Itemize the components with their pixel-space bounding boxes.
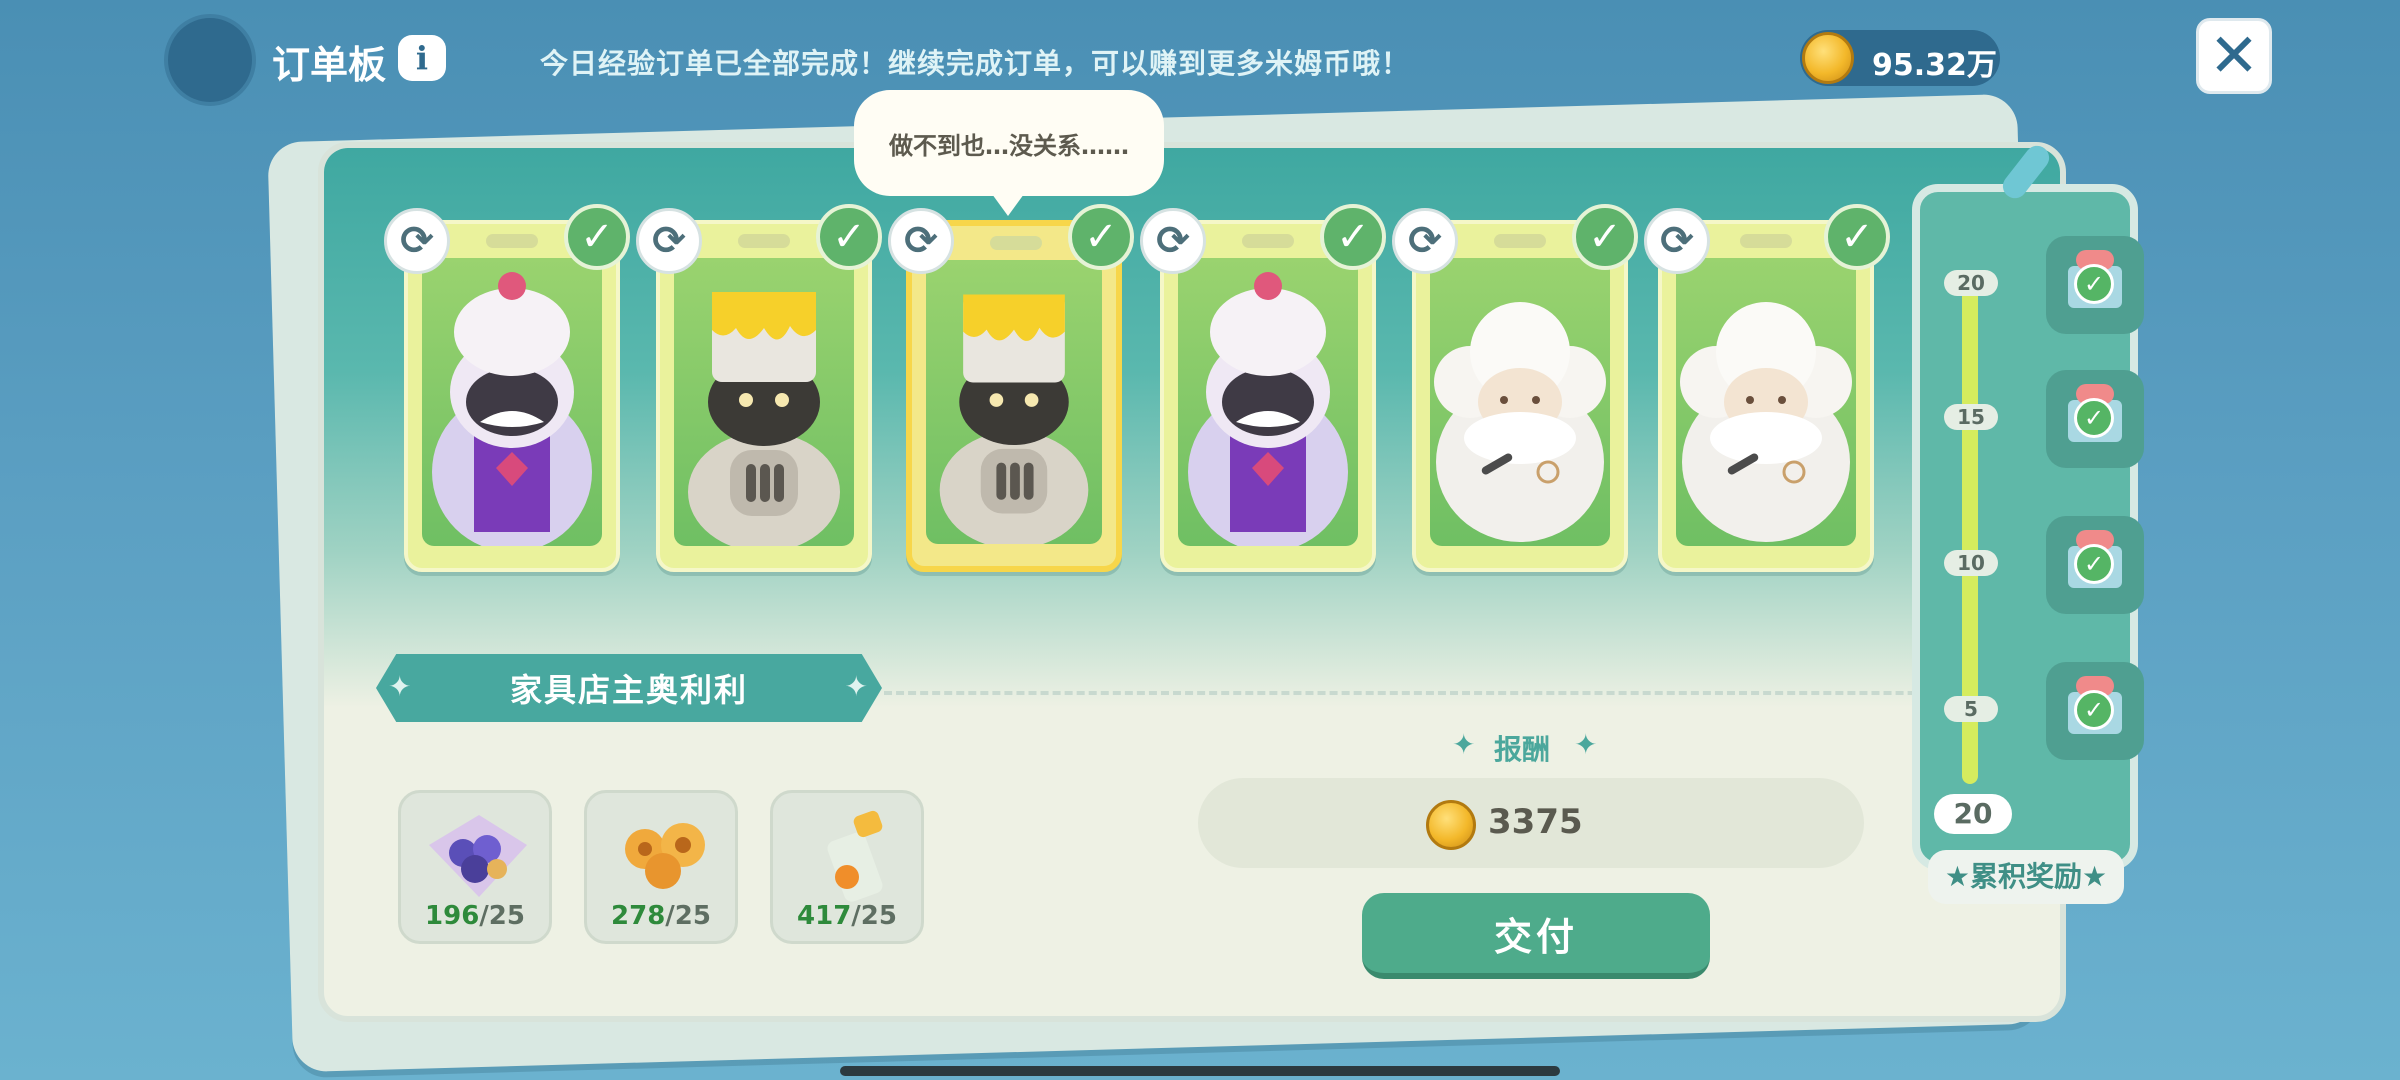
- refresh-order-button-1[interactable]: ⟳: [384, 208, 450, 274]
- coin-icon: [1426, 800, 1476, 850]
- claimed-check-icon: ✓: [2074, 544, 2114, 584]
- orange-flower-bouquet-icon: [625, 823, 705, 889]
- claimed-check-icon: ✓: [2074, 398, 2114, 438]
- speech-bubble-text: 做不到也…没关系……: [889, 131, 1129, 160]
- close-icon: ✕: [2208, 21, 2260, 91]
- milestone-gift-10[interactable]: ✓: [2046, 516, 2144, 614]
- card-hanger: [738, 234, 790, 248]
- info-button[interactable]: i: [398, 35, 446, 81]
- coin-balance: 95.32万: [1800, 30, 2000, 86]
- milestone-tick-20: 20: [1944, 270, 1998, 296]
- material-count: 196/25: [425, 901, 525, 931]
- claimed-check-icon: ✓: [2074, 690, 2114, 730]
- customer-name-banner: ✦ 家具店主奥利利 ✦: [376, 654, 882, 722]
- order-card-3-selected[interactable]: [906, 220, 1122, 572]
- refresh-order-button-4[interactable]: ⟳: [1140, 208, 1206, 274]
- order-board-icon: [164, 14, 555, 231]
- page-title: 订单板: [272, 43, 387, 87]
- completed-check-icon: ✓: [564, 204, 630, 270]
- completed-check-icon: ✓: [1572, 204, 1638, 270]
- card-portrait: [674, 258, 854, 546]
- robot-character-icon: [939, 294, 1089, 544]
- reward-amount-bar: 3375: [1198, 778, 1864, 868]
- card-portrait: [1178, 258, 1358, 546]
- refresh-order-button-5[interactable]: ⟳: [1392, 208, 1458, 274]
- refresh-icon: ⟳: [904, 218, 938, 264]
- cumulative-count: 20: [1934, 794, 2012, 834]
- milestone-tick-5: 5: [1944, 696, 1998, 722]
- card-hanger: [1740, 234, 1792, 248]
- star-icon: ✦: [1574, 728, 1598, 761]
- customer-name: 家具店主奥利利: [509, 671, 748, 709]
- order-card-4[interactable]: [1160, 220, 1376, 572]
- order-card-2[interactable]: [656, 220, 872, 572]
- card-hanger: [990, 236, 1042, 250]
- purple-flower-bouquet-icon: [429, 815, 527, 897]
- sheep-character-icon: [1680, 302, 1852, 542]
- sparkle-icon: ✦: [388, 670, 414, 703]
- reward-label: 报酬: [1493, 733, 1550, 766]
- close-button[interactable]: ✕: [2196, 18, 2272, 94]
- star-icon: ★: [2082, 860, 2108, 893]
- milestone-gift-20[interactable]: ✓: [2046, 236, 2144, 334]
- reward-value: 3375: [1488, 802, 1583, 842]
- refresh-icon: ⟳: [1156, 218, 1190, 264]
- coin-icon: [1802, 32, 1854, 84]
- refresh-order-button-2[interactable]: ⟳: [636, 208, 702, 274]
- speech-bubble: 做不到也…没关系……: [854, 90, 1164, 216]
- sheep-character-icon: [1434, 302, 1606, 542]
- order-card-5[interactable]: [1412, 220, 1628, 572]
- material-slot-2[interactable]: 278/25: [584, 790, 738, 944]
- sparkle-icon: ✦: [844, 670, 870, 703]
- refresh-icon: ⟳: [1660, 218, 1694, 264]
- refresh-icon: ⟳: [400, 218, 434, 264]
- card-hanger: [1242, 234, 1294, 248]
- refresh-icon: ⟳: [652, 218, 686, 264]
- completed-check-icon: ✓: [1068, 204, 1134, 270]
- milestone-gift-15[interactable]: ✓: [2046, 370, 2144, 468]
- completed-check-icon: ✓: [816, 204, 882, 270]
- claimed-check-icon: ✓: [2074, 264, 2114, 304]
- coin-amount: 95.32万: [1872, 48, 1997, 83]
- star-icon: ★: [1944, 860, 1970, 893]
- chef-character-icon: [432, 272, 592, 546]
- card-portrait: [1430, 258, 1610, 546]
- robot-character-icon: [688, 292, 840, 546]
- card-portrait: [1676, 258, 1856, 546]
- jam-jar-icon: [827, 810, 883, 902]
- card-hanger: [1494, 234, 1546, 248]
- board-divider: [884, 691, 2024, 695]
- refresh-order-button-6[interactable]: ⟳: [1644, 208, 1710, 274]
- material-count: 278/25: [611, 901, 711, 931]
- order-card-6[interactable]: [1658, 220, 1874, 572]
- completed-check-icon: ✓: [1824, 204, 1890, 270]
- card-portrait: [422, 258, 602, 546]
- milestone-gift-5[interactable]: ✓: [2046, 662, 2144, 760]
- milestone-tick-15: 15: [1944, 404, 1998, 430]
- deliver-button[interactable]: 交付: [1362, 893, 1710, 979]
- home-indicator[interactable]: [840, 1066, 1560, 1076]
- material-count: 417/25: [797, 901, 897, 931]
- completed-check-icon: ✓: [1320, 204, 1386, 270]
- card-hanger: [486, 234, 538, 248]
- card-portrait: [926, 260, 1102, 544]
- chef-character-icon: [1188, 272, 1348, 546]
- order-card-1[interactable]: [404, 220, 620, 572]
- refresh-order-button-3[interactable]: ⟳: [888, 208, 954, 274]
- milestone-tick-10: 10: [1944, 550, 1998, 576]
- refresh-icon: ⟳: [1408, 218, 1442, 264]
- cumulative-reward-label: 累积奖励: [1969, 860, 2082, 893]
- material-slot-3[interactable]: 417/25: [770, 790, 924, 944]
- cumulative-reward-button[interactable]: ★累积奖励★: [1928, 850, 2124, 904]
- material-slot-1[interactable]: 196/25: [398, 790, 552, 944]
- daily-notice-text: 今日经验订单已全部完成！继续完成订单，可以赚到更多米姆币哦！: [540, 47, 1411, 80]
